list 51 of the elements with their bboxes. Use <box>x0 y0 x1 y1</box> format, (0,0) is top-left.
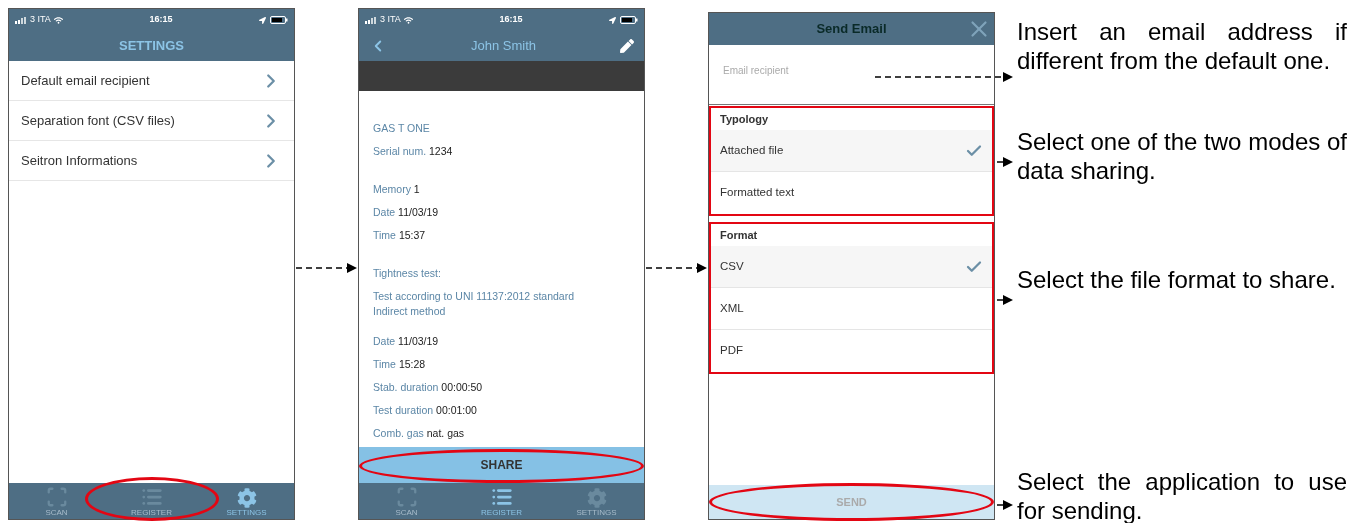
pointer-arrow <box>997 294 1013 306</box>
wifi-icon <box>403 15 413 25</box>
option-row[interactable]: CSV <box>711 246 992 288</box>
carrier-name: 3 ITA <box>380 13 401 27</box>
record-line: Serial num. 1234 <box>373 144 454 159</box>
carrier-name: 3 ITA <box>30 13 51 27</box>
dashed-arrow <box>296 262 357 274</box>
settings-item[interactable]: Default email recipient <box>9 61 294 101</box>
annotation-text: Select the file format to share. <box>1017 265 1337 294</box>
option-row[interactable]: Attached file <box>711 130 992 172</box>
screen-title: SETTINGS <box>119 37 184 56</box>
record-line: Stab. duration 00:00:50 <box>373 380 484 395</box>
clock-time: 16:15 <box>149 13 173 27</box>
record-line: Test duration 00:01:00 <box>373 403 478 418</box>
settings-icon <box>236 488 257 508</box>
record-line: GAS T ONE <box>373 121 431 136</box>
record-line: Time 15:28 <box>373 357 427 372</box>
section-heading: Typology <box>719 111 770 127</box>
email-input-field[interactable]: Email recipient <box>709 45 994 105</box>
settings-icon <box>586 488 607 508</box>
dashed-arrow <box>646 262 707 274</box>
dialog-title: Send Email <box>816 20 887 39</box>
signal-icon <box>365 16 377 24</box>
record-line: Test according to UNI 11137:2012 standard Indirect method <box>373 289 575 319</box>
record-line: Time 15:37 <box>373 228 427 243</box>
pointer-arrow <box>997 156 1013 168</box>
clock-time: 16:15 <box>499 13 523 27</box>
annotation-text: Insert an email address if different from the default one. <box>1017 17 1347 75</box>
wifi-icon <box>53 15 63 25</box>
record-line: Date 11/03/19 <box>373 334 440 349</box>
record-line: Comb. gas nat. gas <box>373 426 466 441</box>
share-button[interactable]: SHARE <box>359 447 644 483</box>
battery-icon <box>270 16 288 24</box>
screen-title: John Smith <box>470 37 536 56</box>
pencil-icon[interactable] <box>620 39 634 53</box>
battery-icon <box>620 16 638 24</box>
location-icon <box>259 16 266 24</box>
pointer-arrow <box>997 499 1013 511</box>
settings-item[interactable]: Seitron Informations <box>9 141 294 181</box>
record-line: Date 11/03/19 <box>373 205 440 220</box>
scan-frame-icon <box>395 486 418 508</box>
record-line: Tightness test: <box>373 266 442 281</box>
annotation-text: Select one of the two modes of data sharing. <box>1017 127 1347 185</box>
signal-icon <box>15 16 27 24</box>
section-heading: Format <box>719 227 759 243</box>
scan-frame-icon <box>45 486 68 508</box>
list-icon <box>490 486 513 508</box>
settings-item[interactable]: Separation font (CSV files) <box>9 101 294 141</box>
location-icon <box>609 16 616 24</box>
record-line: Memory 1 <box>373 182 421 197</box>
list-icon <box>140 486 163 508</box>
